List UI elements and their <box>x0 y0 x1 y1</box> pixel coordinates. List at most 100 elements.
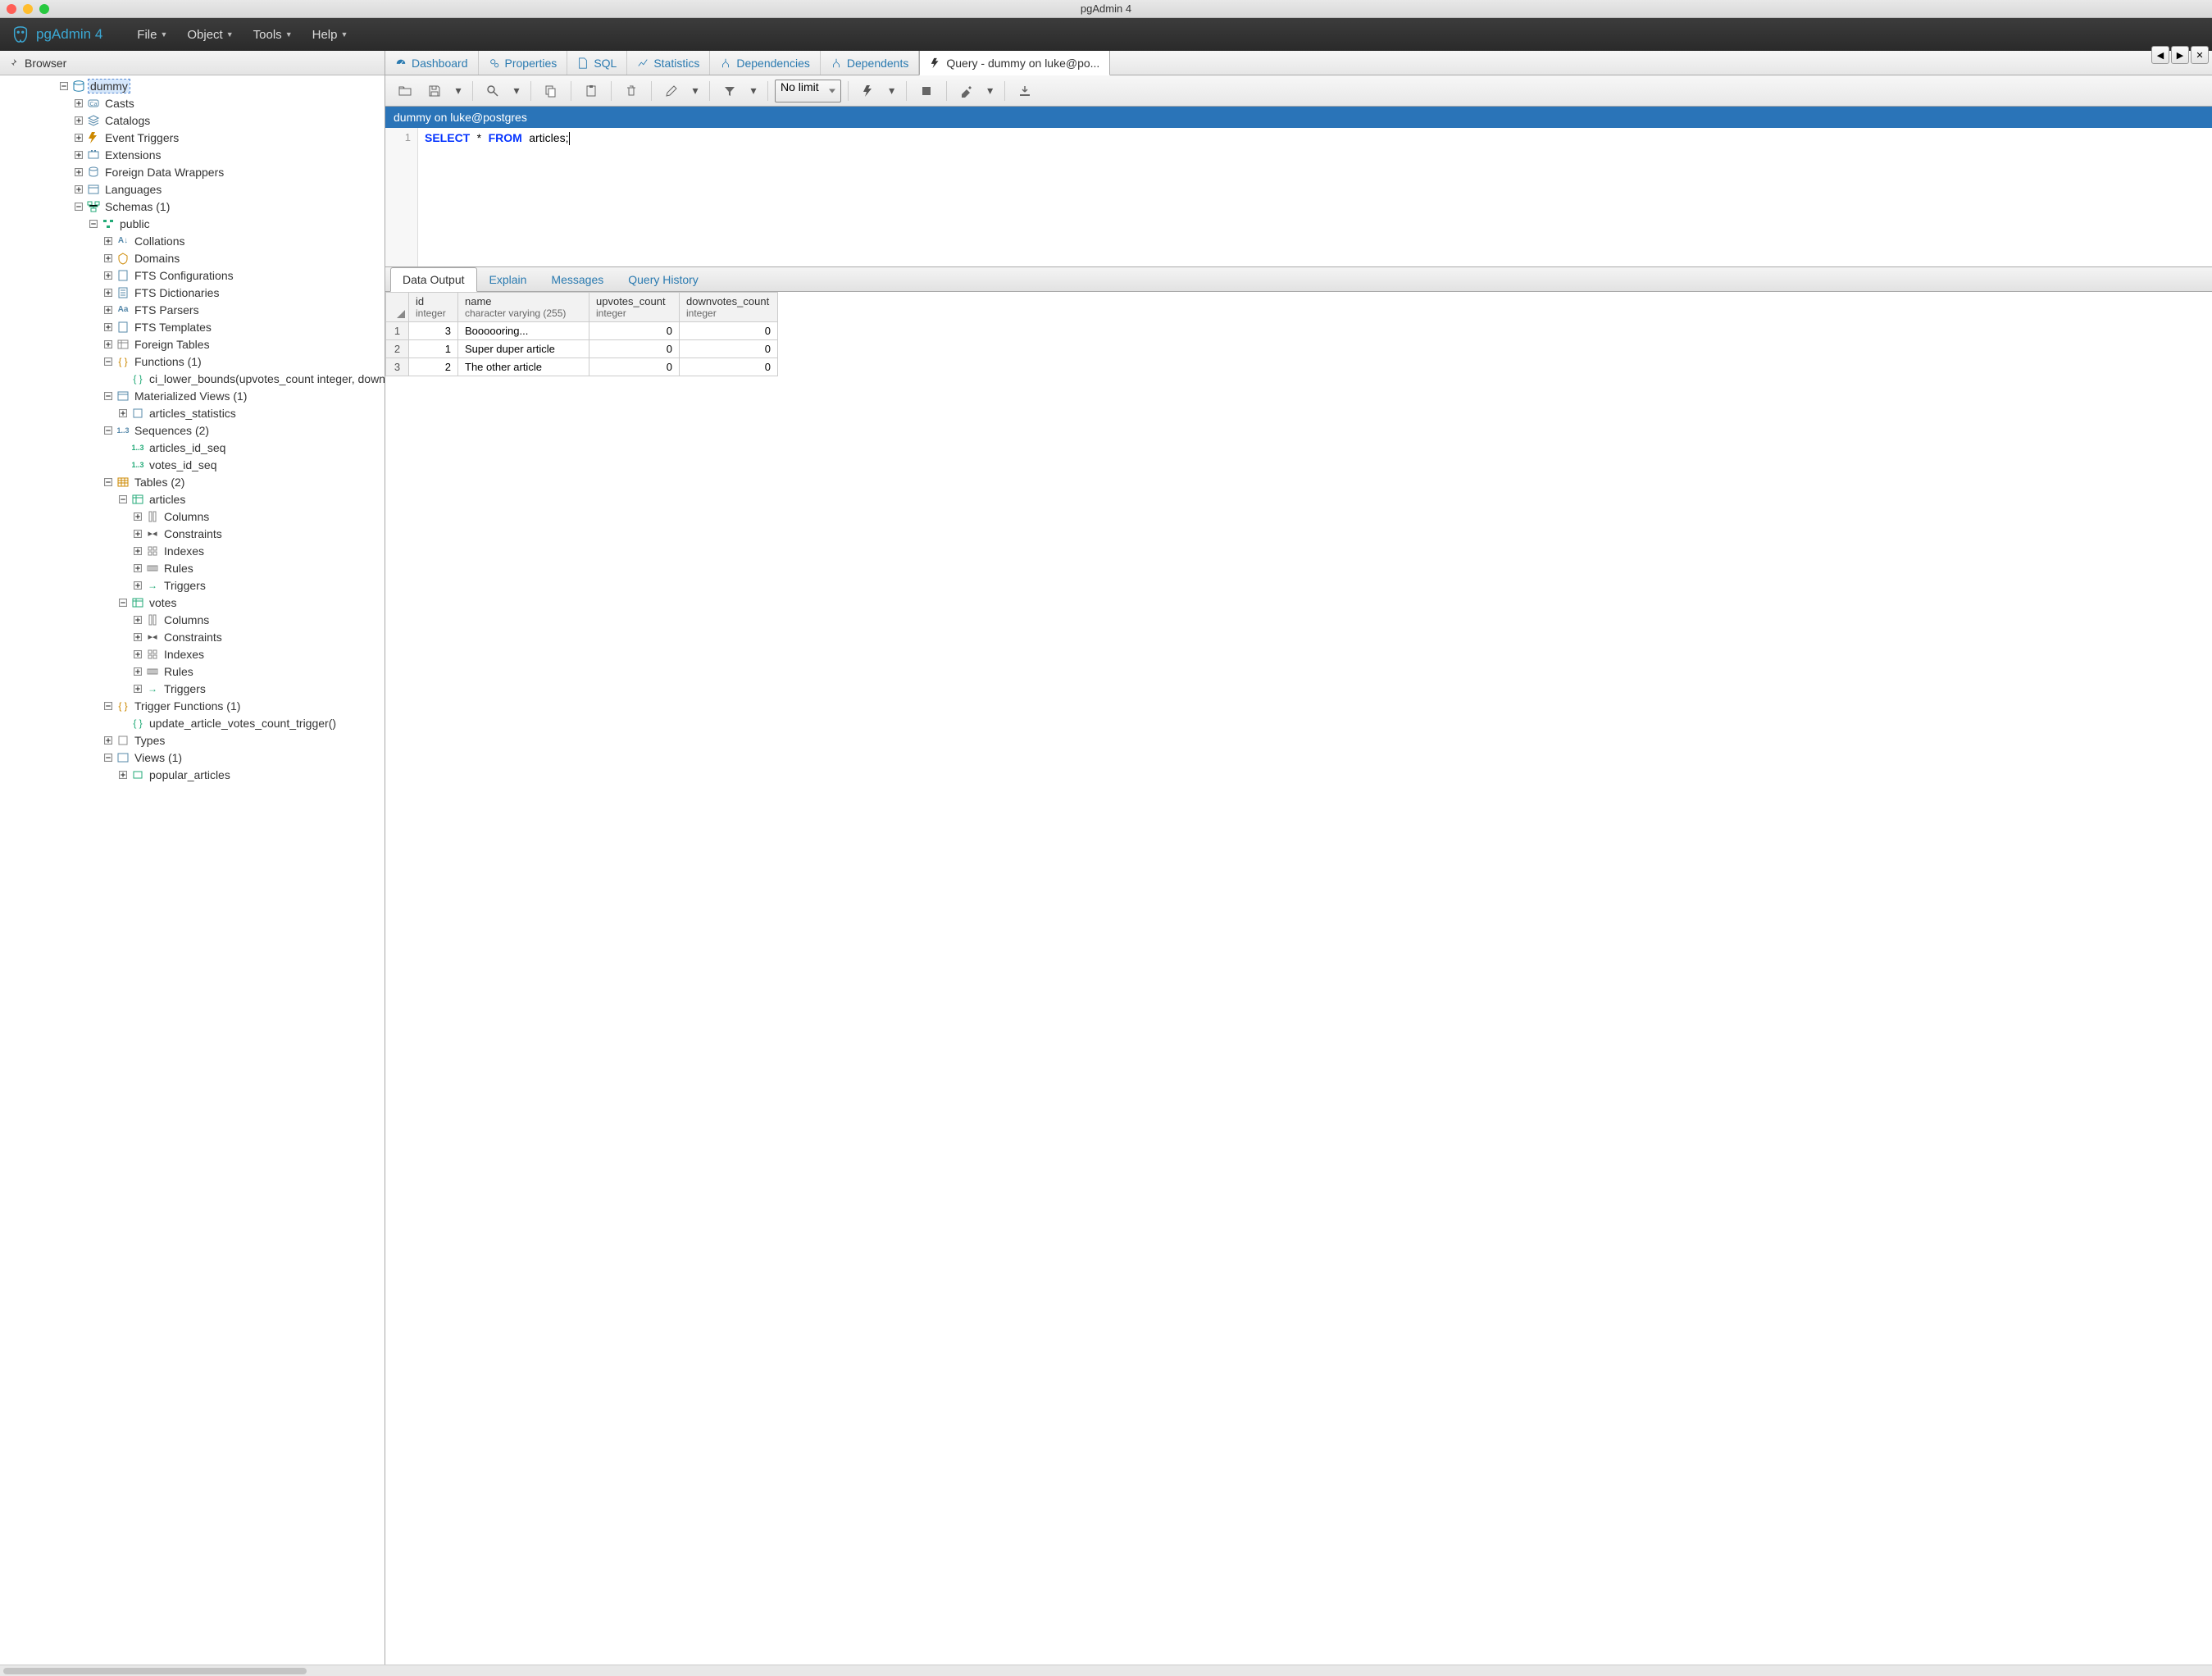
tree-node[interactable]: Foreign Data Wrappers <box>0 163 385 180</box>
tree-toggle[interactable] <box>133 649 143 659</box>
tree-toggle[interactable] <box>133 667 143 676</box>
column-header-upvotes_count[interactable]: upvotes_countinteger <box>589 293 680 322</box>
tree-toggle[interactable] <box>103 339 113 349</box>
edit-dropdown[interactable]: ▾ <box>688 79 703 103</box>
tree-node[interactable]: Rules <box>0 559 385 576</box>
tree-toggle[interactable] <box>103 322 113 332</box>
cell-downvotes[interactable]: 0 <box>680 322 778 340</box>
tree-toggle[interactable] <box>103 357 113 367</box>
tree-toggle[interactable] <box>103 236 113 246</box>
tree-toggle[interactable] <box>133 546 143 556</box>
result-tab-explain[interactable]: Explain <box>477 267 539 291</box>
tree-toggle[interactable] <box>74 167 84 177</box>
menu-tools[interactable]: Tools▼ <box>244 28 303 42</box>
tree-node[interactable]: FTS Dictionaries <box>0 284 385 301</box>
tree-node[interactable]: AaFTS Parsers <box>0 301 385 318</box>
row-number[interactable]: 2 <box>386 340 409 358</box>
data-row[interactable]: 32The other article00 <box>386 358 778 376</box>
edit-button[interactable] <box>658 79 685 103</box>
tree-toggle[interactable] <box>133 581 143 590</box>
column-header-name[interactable]: namecharacter varying (255) <box>458 293 589 322</box>
tree-node[interactable]: FTS Templates <box>0 318 385 335</box>
tree-toggle[interactable] <box>74 150 84 160</box>
tree-node[interactable]: FTS Configurations <box>0 266 385 284</box>
tree-node[interactable]: ▸◂Constraints <box>0 628 385 645</box>
tree-toggle[interactable] <box>118 408 128 418</box>
tree-toggle[interactable] <box>74 133 84 143</box>
filter-button[interactable] <box>717 79 743 103</box>
cell-upvotes[interactable]: 0 <box>589 358 680 376</box>
result-tab-query-history[interactable]: Query History <box>616 267 711 291</box>
cell-id[interactable]: 3 <box>409 322 458 340</box>
tree-toggle[interactable] <box>118 770 128 780</box>
tab-close[interactable]: ✕ <box>2191 46 2209 64</box>
tree-node[interactable]: Foreign Tables <box>0 335 385 353</box>
tree-toggle[interactable] <box>103 271 113 280</box>
save-button[interactable] <box>421 79 448 103</box>
tree-node[interactable]: Extensions <box>0 146 385 163</box>
tree-node[interactable]: Columns <box>0 508 385 525</box>
tree-toggle[interactable] <box>133 512 143 521</box>
tree-node[interactable]: Schemas (1) <box>0 198 385 215</box>
tree-toggle[interactable] <box>74 202 84 212</box>
editor-code[interactable]: SELECT * FROM articles; <box>418 128 2212 266</box>
tree-node[interactable]: articles <box>0 490 385 508</box>
data-row[interactable]: 21Super duper article00 <box>386 340 778 358</box>
tree-node[interactable]: Types <box>0 731 385 749</box>
row-number[interactable]: 3 <box>386 358 409 376</box>
tree-toggle[interactable] <box>103 736 113 745</box>
tree-node[interactable]: public <box>0 215 385 232</box>
scrollbar-thumb[interactable] <box>3 1668 307 1674</box>
tree-toggle[interactable] <box>133 684 143 694</box>
tree-toggle[interactable] <box>103 753 113 763</box>
copy-button[interactable] <box>538 79 564 103</box>
tree-node[interactable]: votes <box>0 594 385 611</box>
tab-scroll-left[interactable]: ◀ <box>2151 46 2169 64</box>
sql-editor[interactable]: 1 SELECT * FROM articles; <box>385 128 2212 267</box>
tree-toggle[interactable] <box>74 98 84 108</box>
cell-name[interactable]: The other article <box>458 358 589 376</box>
select-all-corner[interactable] <box>386 293 409 322</box>
download-button[interactable] <box>1012 79 1038 103</box>
clear-dropdown[interactable]: ▾ <box>983 79 998 103</box>
tree-toggle[interactable] <box>133 529 143 539</box>
tree-node[interactable]: Catalogs <box>0 112 385 129</box>
cell-name[interactable]: Boooooring... <box>458 322 589 340</box>
tree-toggle[interactable] <box>133 632 143 642</box>
cell-upvotes[interactable]: 0 <box>589 322 680 340</box>
open-file-button[interactable] <box>392 79 418 103</box>
cell-upvotes[interactable]: 0 <box>589 340 680 358</box>
cell-id[interactable]: 2 <box>409 358 458 376</box>
tree-toggle[interactable] <box>74 116 84 125</box>
tree-node[interactable]: 1..3articles_id_seq <box>0 439 385 456</box>
data-row[interactable]: 13Boooooring...00 <box>386 322 778 340</box>
tree-node[interactable]: Views (1) <box>0 749 385 766</box>
result-tab-messages[interactable]: Messages <box>539 267 616 291</box>
tab-dashboard[interactable]: Dashboard <box>385 51 479 75</box>
cell-downvotes[interactable]: 0 <box>680 340 778 358</box>
object-tree[interactable]: dummyCaCastsCatalogsEvent TriggersExtens… <box>0 75 385 1665</box>
tree-node[interactable]: { }ci_lower_bounds(upvotes_count integer… <box>0 370 385 387</box>
paste-button[interactable] <box>578 79 604 103</box>
tree-node[interactable]: →Triggers <box>0 576 385 594</box>
tree-node[interactable]: 1..3Sequences (2) <box>0 421 385 439</box>
find-button[interactable] <box>480 79 506 103</box>
tree-toggle[interactable] <box>118 598 128 608</box>
tab-dependencies[interactable]: Dependencies <box>710 51 821 75</box>
horizontal-scrollbar[interactable] <box>0 1665 2212 1676</box>
cell-name[interactable]: Super duper article <box>458 340 589 358</box>
tree-toggle[interactable] <box>118 494 128 504</box>
tab-properties[interactable]: Properties <box>479 51 568 75</box>
tree-toggle[interactable] <box>103 253 113 263</box>
tree-node[interactable]: popular_articles <box>0 766 385 783</box>
tree-node[interactable]: Indexes <box>0 645 385 663</box>
tree-toggle[interactable] <box>89 219 98 229</box>
tree-node[interactable]: Columns <box>0 611 385 628</box>
tree-toggle[interactable] <box>103 426 113 435</box>
cell-id[interactable]: 1 <box>409 340 458 358</box>
tree-node[interactable]: { }Trigger Functions (1) <box>0 697 385 714</box>
result-grid[interactable]: idintegernamecharacter varying (255)upvo… <box>385 292 2212 1665</box>
tree-node[interactable]: Indexes <box>0 542 385 559</box>
tree-node[interactable]: articles_statistics <box>0 404 385 421</box>
tree-toggle[interactable] <box>74 184 84 194</box>
